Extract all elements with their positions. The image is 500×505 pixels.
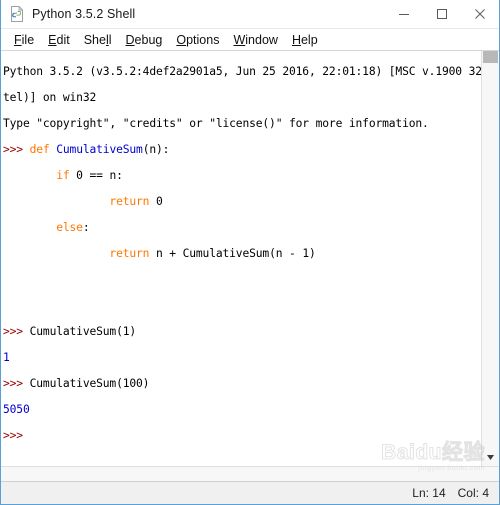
vertical-scrollbar-thumb[interactable]	[483, 51, 498, 63]
shell-result-2: 5050	[3, 403, 30, 416]
return-recursive-expr: n + CumulativeSum(n - 1)	[149, 247, 316, 260]
shell-call-2: CumulativeSum(100)	[29, 377, 150, 390]
menu-item-debug[interactable]: Debug	[119, 30, 170, 50]
function-name: CumulativeSum	[56, 143, 143, 156]
status-line-number: Ln: 14	[412, 486, 446, 500]
banner-line-1: Python 3.5.2 (v3.5.2:4def2a2901a5, Jun 2…	[3, 65, 481, 78]
status-column-number: Col: 4	[457, 486, 489, 500]
window-controls	[385, 0, 499, 28]
python-file-icon	[9, 5, 25, 22]
menu-item-file[interactable]: File	[7, 30, 41, 50]
horizontal-scrollbar[interactable]	[1, 466, 499, 481]
prompt-2: >>>	[3, 325, 30, 338]
shell-call-1: CumulativeSum(1)	[29, 325, 137, 338]
return-base-value: 0	[149, 195, 163, 208]
menu-bar: File Edit Shell Debug Options Window Hel…	[1, 29, 499, 51]
minimize-icon[interactable]	[385, 0, 423, 28]
shell-text-area[interactable]: Python 3.5.2 (v3.5.2:4def2a2901a5, Jun 2…	[1, 51, 499, 466]
title-bar: Python 3.5.2 Shell	[1, 0, 499, 29]
shell-result-1: 1	[3, 351, 10, 364]
prompt-4: >>>	[3, 429, 30, 442]
menu-item-options[interactable]: Options	[169, 30, 226, 50]
prompt-3: >>>	[3, 377, 30, 390]
else-colon: :	[82, 221, 90, 234]
menu-item-window[interactable]: Window	[226, 30, 284, 50]
if-condition: 0 == n:	[69, 169, 123, 182]
keyword-return-recursive: return	[109, 247, 150, 260]
shell-transcript: Python 3.5.2 (v3.5.2:4def2a2901a5, Jun 2…	[3, 52, 481, 455]
vertical-scrollbar[interactable]	[481, 51, 499, 466]
keyword-if: if	[56, 169, 70, 182]
window-title: Python 3.5.2 Shell	[32, 7, 136, 21]
scroll-down-icon[interactable]	[482, 449, 499, 466]
prompt-1: >>>	[3, 143, 30, 156]
banner-line-2: tel)] on win32	[3, 91, 97, 104]
title-bar-left: Python 3.5.2 Shell	[1, 5, 136, 22]
function-args: (n):	[142, 143, 170, 156]
keyword-def: def	[29, 143, 50, 156]
shell-output-pane[interactable]: Python 3.5.2 (v3.5.2:4def2a2901a5, Jun 2…	[1, 51, 481, 466]
close-icon[interactable]	[461, 0, 499, 28]
menu-item-shell[interactable]: Shell	[77, 30, 119, 50]
idle-shell-window: Python 3.5.2 Shell File Edit Shell Debug…	[0, 0, 500, 505]
banner-line-3: Type "copyright", "credits" or "license(…	[3, 117, 429, 130]
menu-item-edit[interactable]: Edit	[41, 30, 77, 50]
maximize-icon[interactable]	[423, 0, 461, 28]
menu-item-help[interactable]: Help	[285, 30, 325, 50]
keyword-return-base: return	[109, 195, 150, 208]
keyword-else: else	[56, 221, 83, 234]
status-bar: Ln: 14 Col: 4	[1, 481, 499, 504]
